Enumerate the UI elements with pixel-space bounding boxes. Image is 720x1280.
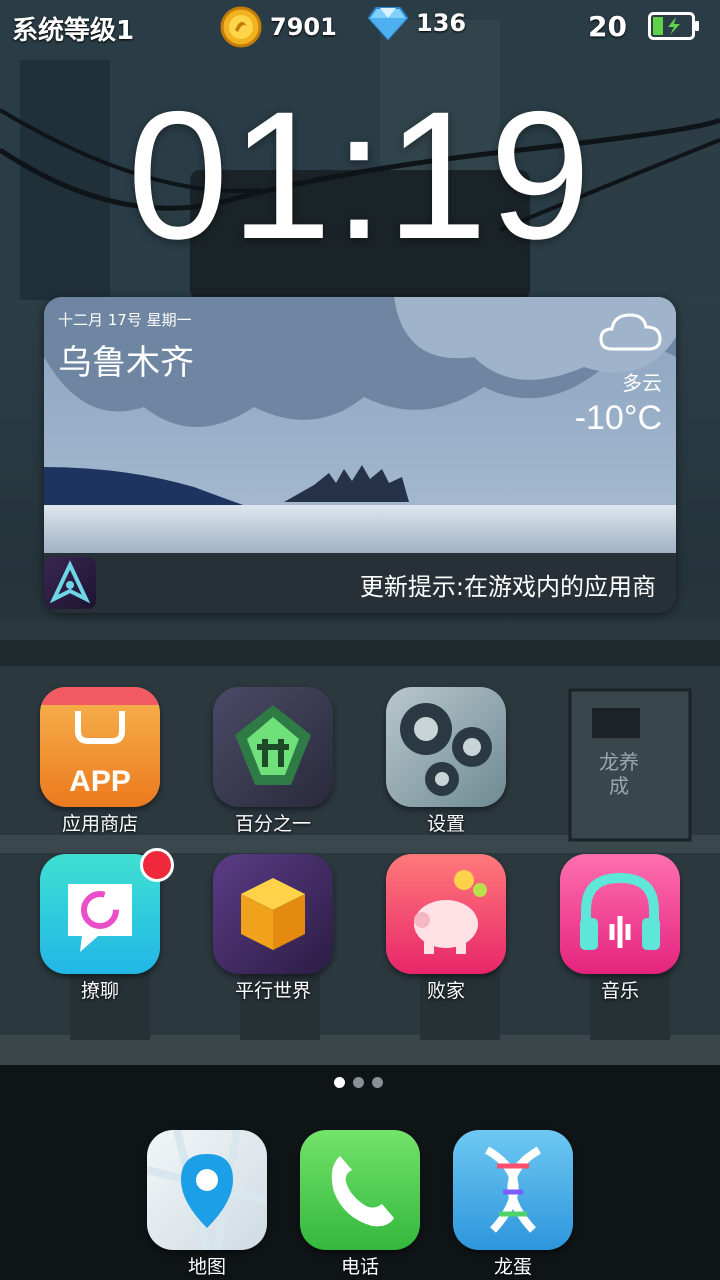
notification-badge: [140, 848, 174, 882]
game-logo-icon: [44, 557, 96, 609]
app-baifenzhiyi[interactable]: 百分之一: [203, 687, 343, 836]
app-label: 电话: [340, 1256, 379, 1278]
app-store-icon: APP: [40, 687, 160, 807]
app-label: 设置: [426, 813, 465, 835]
dna-icon: [453, 1130, 573, 1250]
wall-sign-text: 龙养成: [599, 750, 639, 798]
phone-icon: [300, 1130, 420, 1250]
app-label: 音乐: [600, 980, 639, 1002]
clock-time: 01:19: [127, 73, 593, 277]
coins-counter[interactable]: 7901: [220, 6, 337, 48]
app-label: 平行世界: [234, 980, 311, 1002]
dock-dragon-egg[interactable]: 龙蛋: [443, 1130, 583, 1279]
app-label: 应用商店: [61, 813, 138, 835]
piggy-bank-icon: [386, 854, 506, 974]
update-tip-text: 更新提示:在游戏内的应用商: [359, 573, 656, 601]
cube-icon: [213, 854, 333, 974]
page-indicator[interactable]: [334, 1077, 383, 1088]
map-pin-icon: [147, 1130, 267, 1250]
gems-counter[interactable]: 136: [368, 6, 466, 40]
page-dot-2[interactable]: [353, 1077, 364, 1088]
app-settings[interactable]: 设置: [376, 687, 516, 836]
diamond-icon: [368, 7, 408, 40]
gems-value: 136: [416, 9, 467, 37]
weather-widget[interactable]: 十二月 17号 星期一 乌鲁木齐 多云 -10°C 更新提示:在游戏内的应用商: [44, 297, 676, 613]
app-label: 龙蛋: [493, 1256, 532, 1278]
weather-date: 十二月 17号 星期一: [58, 311, 192, 329]
app-label: 败家: [426, 980, 465, 1002]
status-bar: 系统等级1 7901 136 20: [0, 0, 720, 56]
weather-temperature: -10°C: [574, 399, 662, 437]
weather-condition: 多云: [622, 371, 662, 395]
app-baijia[interactable]: 败家: [376, 854, 516, 1003]
dock-phone[interactable]: 电话: [290, 1130, 430, 1279]
coins-value: 7901: [270, 13, 337, 41]
headphones-icon: [560, 854, 680, 974]
app-label: 撩聊: [80, 980, 119, 1002]
settings-gears-icon: [386, 687, 506, 807]
update-tip-bar[interactable]: 更新提示:在游戏内的应用商: [44, 553, 676, 613]
app-liaoliao[interactable]: 撩聊: [30, 848, 174, 1003]
weather-city: 乌鲁木齐: [58, 343, 194, 383]
dock-maps[interactable]: 地图: [137, 1130, 277, 1279]
app-store[interactable]: APP 应用商店: [30, 687, 170, 836]
percent-game-icon: [213, 687, 333, 807]
gold-coin-icon: [220, 6, 262, 48]
page-dot-3[interactable]: [372, 1077, 383, 1088]
cloudy-icon: [599, 313, 662, 351]
svg-text:APP: APP: [69, 765, 131, 798]
system-level-label: 系统等级1: [12, 16, 135, 46]
app-music[interactable]: 音乐: [550, 854, 690, 1003]
battery-charging-icon: [648, 12, 699, 40]
app-parallel-world[interactable]: 平行世界: [203, 854, 343, 1003]
page-dot-1[interactable]: [334, 1077, 345, 1088]
app-label: 百分之一: [234, 813, 311, 835]
battery-percent: 20: [588, 10, 627, 43]
app-label: 地图: [187, 1256, 226, 1278]
